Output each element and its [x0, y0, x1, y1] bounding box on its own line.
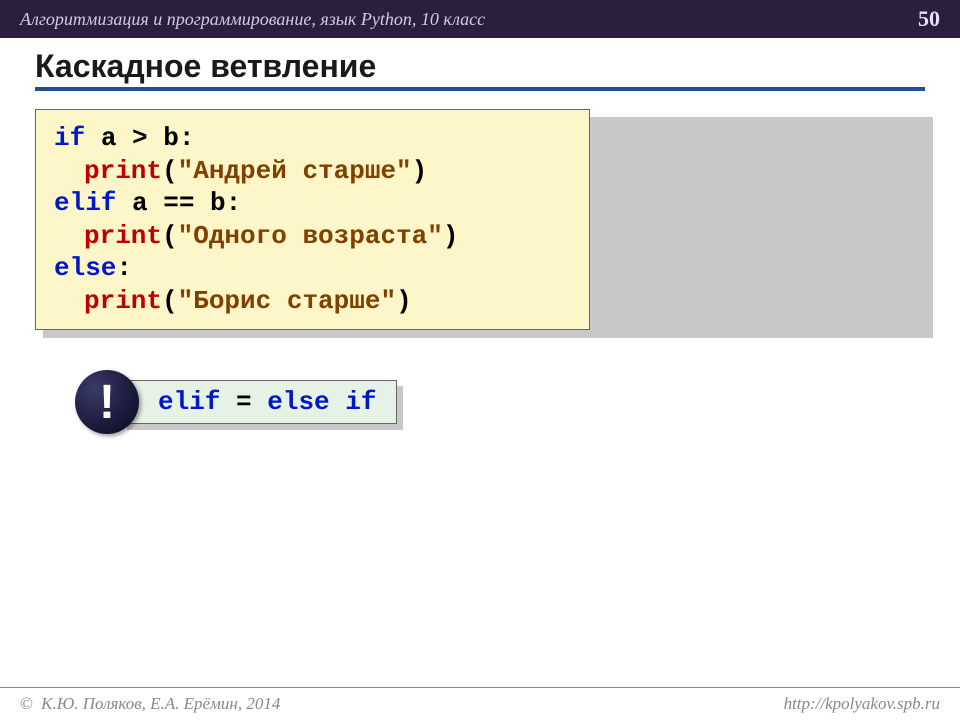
- note-row: ! elif = else if: [75, 370, 925, 434]
- paren: ): [396, 286, 412, 316]
- paren: ): [412, 156, 428, 186]
- paren: ): [443, 221, 459, 251]
- footer-authors: К.Ю. Поляков, Е.А. Ерёмин, 2014: [37, 694, 280, 713]
- paren: (: [162, 156, 178, 186]
- paren: (: [162, 221, 178, 251]
- breadcrumb: Алгоритмизация и программирование, язык …: [20, 9, 485, 30]
- slide-content: Каскадное ветвление if a > b: print("Анд…: [0, 38, 960, 434]
- exclamation-badge: !: [75, 370, 139, 434]
- function-print: print: [84, 156, 162, 186]
- note-box: elif = else if: [121, 380, 397, 424]
- footer: © К.Ю. Поляков, Е.А. Ерёмин, 2014 http:/…: [0, 687, 960, 720]
- code-line-6: print("Борис старше"): [84, 285, 571, 318]
- code-line-2: print("Андрей старше"): [84, 155, 571, 188]
- code-line-1: if a > b:: [54, 122, 571, 155]
- code-block-wrapper: if a > b: print("Андрей старше") elif a …: [35, 109, 925, 330]
- code-line-4: print("Одного возраста"): [84, 220, 571, 253]
- note-box-wrapper: elif = else if: [121, 380, 397, 424]
- code-text: a > b:: [85, 123, 194, 153]
- function-print: print: [84, 286, 162, 316]
- code-line-5: else:: [54, 252, 571, 285]
- paren: (: [162, 286, 178, 316]
- copyright-icon: ©: [20, 694, 33, 713]
- footer-url: http://kpolyakov.spb.ru: [784, 694, 940, 714]
- slide-title: Каскадное ветвление: [35, 48, 925, 91]
- page-number: 50: [918, 6, 940, 32]
- keyword-elif: elif: [54, 188, 116, 218]
- note-else-if: else if: [267, 387, 376, 417]
- code-text: :: [116, 253, 132, 283]
- string-literal: "Андрей старше": [178, 156, 412, 186]
- code-text: a == b:: [116, 188, 241, 218]
- footer-left: © К.Ю. Поляков, Е.А. Ерёмин, 2014: [20, 694, 280, 714]
- keyword-if: if: [54, 123, 85, 153]
- note-equals: =: [220, 387, 267, 417]
- string-literal: "Одного возраста": [178, 221, 443, 251]
- string-literal: "Борис старше": [178, 286, 396, 316]
- function-print: print: [84, 221, 162, 251]
- code-line-3: elif a == b:: [54, 187, 571, 220]
- note-elif: elif: [158, 387, 220, 417]
- exclamation-icon: !: [99, 375, 115, 430]
- code-block: if a > b: print("Андрей старше") elif a …: [35, 109, 590, 330]
- keyword-else: else: [54, 253, 116, 283]
- header-bar: Алгоритмизация и программирование, язык …: [0, 0, 960, 38]
